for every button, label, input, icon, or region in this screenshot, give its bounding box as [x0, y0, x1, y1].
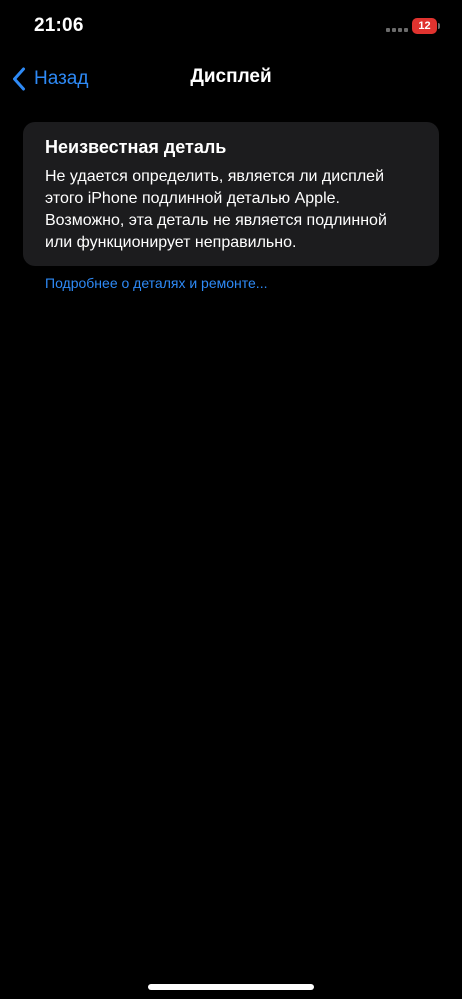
battery-cap	[438, 23, 440, 29]
card-text-line: или функционирует неправильно.	[45, 234, 297, 251]
card-text-line: Возможно, эта деталь не является подлинн…	[45, 212, 387, 229]
navigation-bar: Назад Дисплей	[0, 56, 462, 100]
battery-charging-icon: 12	[412, 18, 437, 34]
card-text-line: этого iPhone подлинной деталью Apple.	[45, 190, 340, 207]
home-indicator[interactable]	[148, 984, 314, 990]
card-text-line: Не удается определить, является ли диспл…	[45, 168, 385, 185]
cellular-signal-icon	[386, 28, 408, 32]
page-title: Дисплей	[190, 66, 272, 87]
parts-repair-link[interactable]: Подробнее о деталях и ремонте...	[45, 275, 267, 291]
status-time: 21:06	[34, 15, 84, 36]
status-bar: 21:06 12	[0, 0, 462, 52]
unknown-part-card: Неизвестная деталь Не удается определить…	[23, 122, 439, 266]
card-title: Неизвестная деталь	[45, 137, 227, 157]
battery-level: 12	[418, 19, 431, 32]
